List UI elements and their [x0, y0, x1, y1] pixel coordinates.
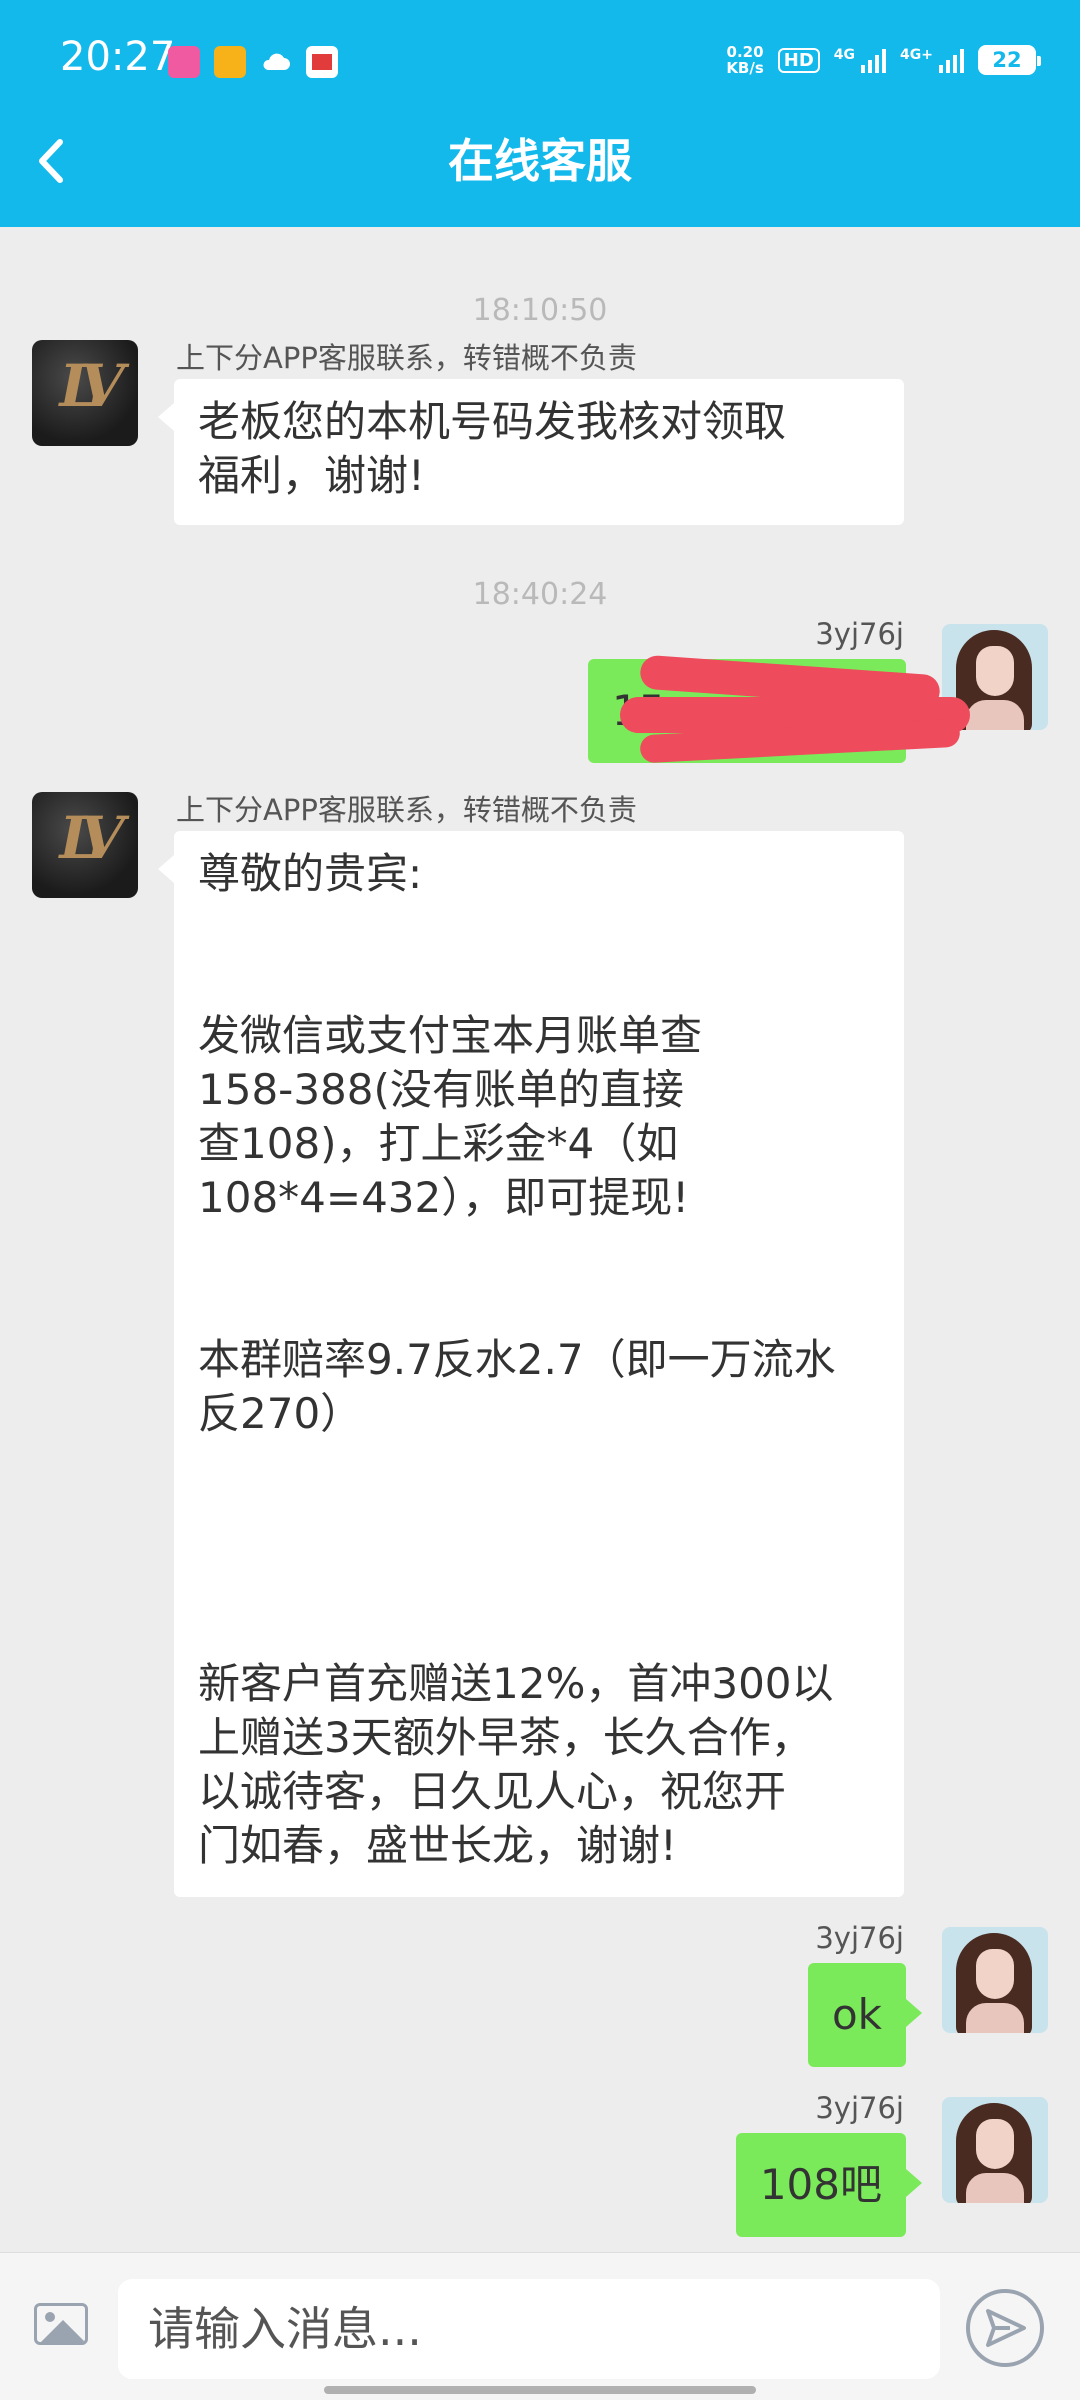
- network-speed: 0.20 KB/s: [726, 44, 763, 76]
- network-speed-value: 0.20: [726, 43, 764, 61]
- network-speed-unit: KB/s: [726, 59, 764, 77]
- agent-avatar[interactable]: LV: [32, 792, 138, 898]
- user-message-text: 108吧: [759, 2160, 882, 2209]
- user-message-bubble[interactable]: 108吧: [735, 2133, 923, 2237]
- weibo-icon: [214, 46, 246, 78]
- chat-area[interactable]: 18:10:50 LV 上下分APP客服联系，转错概不负责 老板您的本机号码发我…: [0, 227, 1080, 2252]
- agent-name: 上下分APP客服联系，转错概不负责: [176, 341, 637, 375]
- app-notification-icon: [168, 46, 200, 78]
- message-input[interactable]: 请输入消息...: [118, 2279, 940, 2379]
- user-message-text: ok: [831, 1990, 882, 2039]
- status-right: 0.20 KB/s HD 4G 4G+ 22: [726, 40, 1041, 80]
- top-bar: 20:27 0.20 KB/s HD 4G 4G+ 22 在线客服: [0, 0, 1080, 227]
- signal-1-icon: 4G: [833, 47, 887, 73]
- timestamp: 18:40:24: [472, 577, 608, 612]
- signal-2-label: 4G+: [900, 47, 933, 63]
- hd-badge: HD: [777, 47, 820, 73]
- user-avatar[interactable]: [942, 2097, 1048, 2203]
- input-bar: 请输入消息...: [0, 2252, 1080, 2400]
- signal-1-label: 4G: [833, 47, 856, 63]
- user-message-bubble[interactable]: ok: [807, 1963, 923, 2067]
- app-notification-icon-2: [306, 46, 338, 78]
- user-name: 3yj76j: [815, 617, 904, 651]
- cloud-icon: [260, 46, 292, 78]
- status-time: 20:27: [60, 34, 176, 80]
- user-avatar[interactable]: [942, 1927, 1048, 2033]
- agent-avatar[interactable]: LV: [32, 340, 138, 446]
- agent-message-bubble[interactable]: 老板您的本机号码发我核对领取 福利，谢谢!: [158, 379, 904, 525]
- send-icon: [986, 2309, 1026, 2347]
- home-indicator[interactable]: [324, 2386, 756, 2394]
- signal-2-icon: 4G+: [900, 47, 964, 73]
- page-title: 在线客服: [448, 134, 632, 188]
- battery-icon: 22: [978, 45, 1041, 75]
- image-picker-icon[interactable]: [34, 2303, 88, 2345]
- timestamp: 18:10:50: [472, 293, 608, 328]
- status-bar: 20:27 0.20 KB/s HD 4G 4G+ 22: [0, 0, 1080, 118]
- send-button[interactable]: [966, 2289, 1044, 2367]
- agent-message-bubble[interactable]: 尊敬的贵宾: 发微信或支付宝本月账单查 158-388(没有账单的直接 查108…: [158, 831, 904, 1897]
- user-name: 3yj76j: [815, 2091, 904, 2125]
- agent-name: 上下分APP客服联系，转错概不负责: [176, 793, 637, 827]
- user-name: 3yj76j: [815, 1921, 904, 1955]
